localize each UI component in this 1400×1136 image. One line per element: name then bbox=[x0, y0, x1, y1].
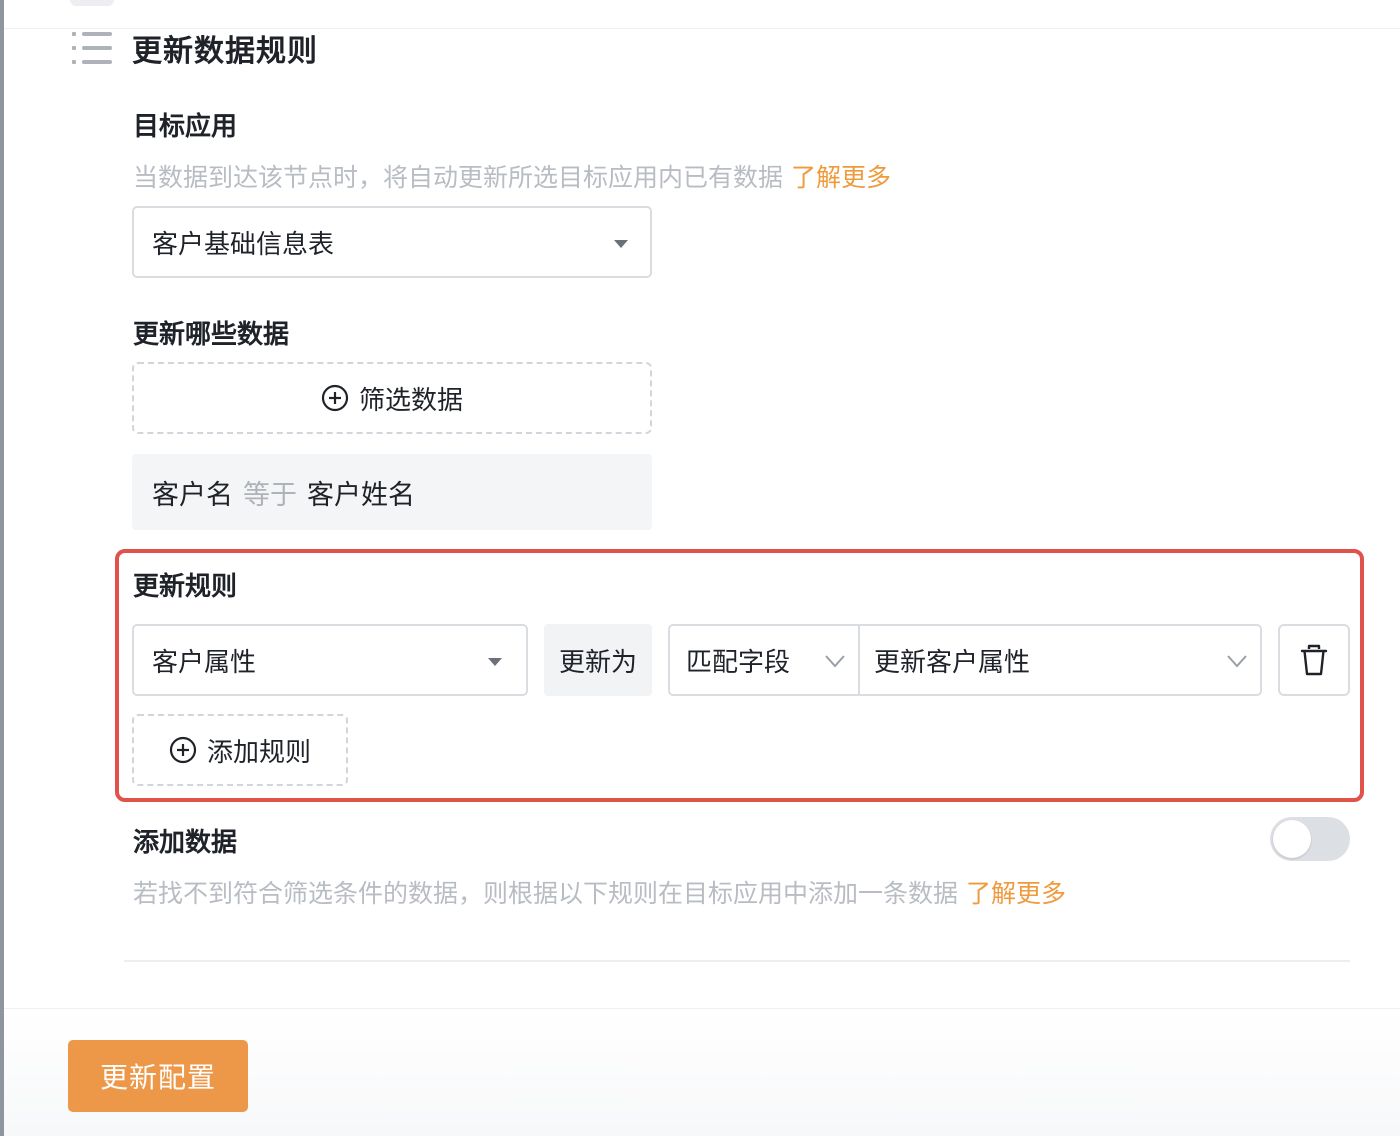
condition-field: 客户名 bbox=[152, 479, 233, 511]
chevron-down-icon bbox=[1227, 655, 1247, 668]
target-app-select[interactable]: 客户基础信息表 bbox=[132, 206, 652, 278]
add-data-toggle[interactable] bbox=[1270, 817, 1350, 861]
update-rules-label: 更新规则 bbox=[133, 572, 238, 602]
match-mode-select[interactable]: 匹配字段 bbox=[670, 626, 860, 694]
add-rule-button[interactable]: 添加规则 bbox=[132, 714, 348, 786]
add-data-learn-more-link[interactable]: 了解更多 bbox=[966, 879, 1066, 908]
trash-icon bbox=[1300, 644, 1328, 676]
update-config-button[interactable]: 更新配置 bbox=[68, 1040, 248, 1112]
rule-field-value: 客户属性 bbox=[152, 647, 257, 678]
condition-value: 客户姓名 bbox=[307, 479, 415, 511]
page-title: 更新数据规则 bbox=[132, 34, 318, 69]
rule-value-combo: 匹配字段 更新客户属性 bbox=[668, 624, 1262, 696]
target-app-learn-more-link[interactable]: 了解更多 bbox=[791, 163, 891, 192]
caret-down-icon bbox=[614, 240, 628, 248]
add-data-description-text: 若找不到符合筛选条件的数据，则根据以下规则在目标应用中添加一条数据 bbox=[133, 879, 959, 908]
update-as-label: 更新为 bbox=[544, 624, 652, 696]
filter-data-button[interactable]: 筛选数据 bbox=[132, 362, 652, 434]
target-app-select-value: 客户基础信息表 bbox=[152, 229, 335, 260]
caret-down-icon bbox=[488, 658, 502, 666]
target-app-label: 目标应用 bbox=[133, 112, 238, 142]
delete-rule-button[interactable] bbox=[1278, 624, 1350, 696]
target-field-value: 更新客户属性 bbox=[874, 647, 1031, 678]
section-divider bbox=[124, 960, 1350, 962]
target-app-description: 当数据到达该节点时，将自动更新所选目标应用内已有数据 了解更多 bbox=[133, 158, 891, 194]
filter-condition[interactable]: 客户名 等于 客户姓名 bbox=[132, 454, 652, 530]
target-field-select[interactable]: 更新客户属性 bbox=[860, 626, 1260, 694]
plus-circle-icon bbox=[169, 736, 197, 764]
add-rule-label: 添加规则 bbox=[206, 737, 311, 768]
match-mode-value: 匹配字段 bbox=[686, 647, 791, 678]
which-data-label: 更新哪些数据 bbox=[133, 320, 290, 350]
toggle-knob bbox=[1273, 820, 1311, 858]
target-app-description-text: 当数据到达该节点时，将自动更新所选目标应用内已有数据 bbox=[133, 163, 784, 192]
left-edge bbox=[0, 0, 4, 1136]
chevron-down-icon bbox=[825, 655, 845, 668]
plus-circle-icon bbox=[321, 384, 349, 412]
rule-field-select[interactable]: 客户属性 bbox=[132, 624, 528, 696]
condition-operator: 等于 bbox=[243, 479, 297, 511]
page-header: 更新数据规则 bbox=[70, 28, 318, 69]
list-icon[interactable] bbox=[70, 30, 114, 66]
top-decoration bbox=[70, 0, 114, 6]
add-data-description: 若找不到符合筛选条件的数据，则根据以下规则在目标应用中添加一条数据 了解更多 bbox=[133, 874, 1066, 910]
filter-data-label: 筛选数据 bbox=[358, 385, 463, 416]
add-data-label: 添加数据 bbox=[133, 828, 238, 858]
